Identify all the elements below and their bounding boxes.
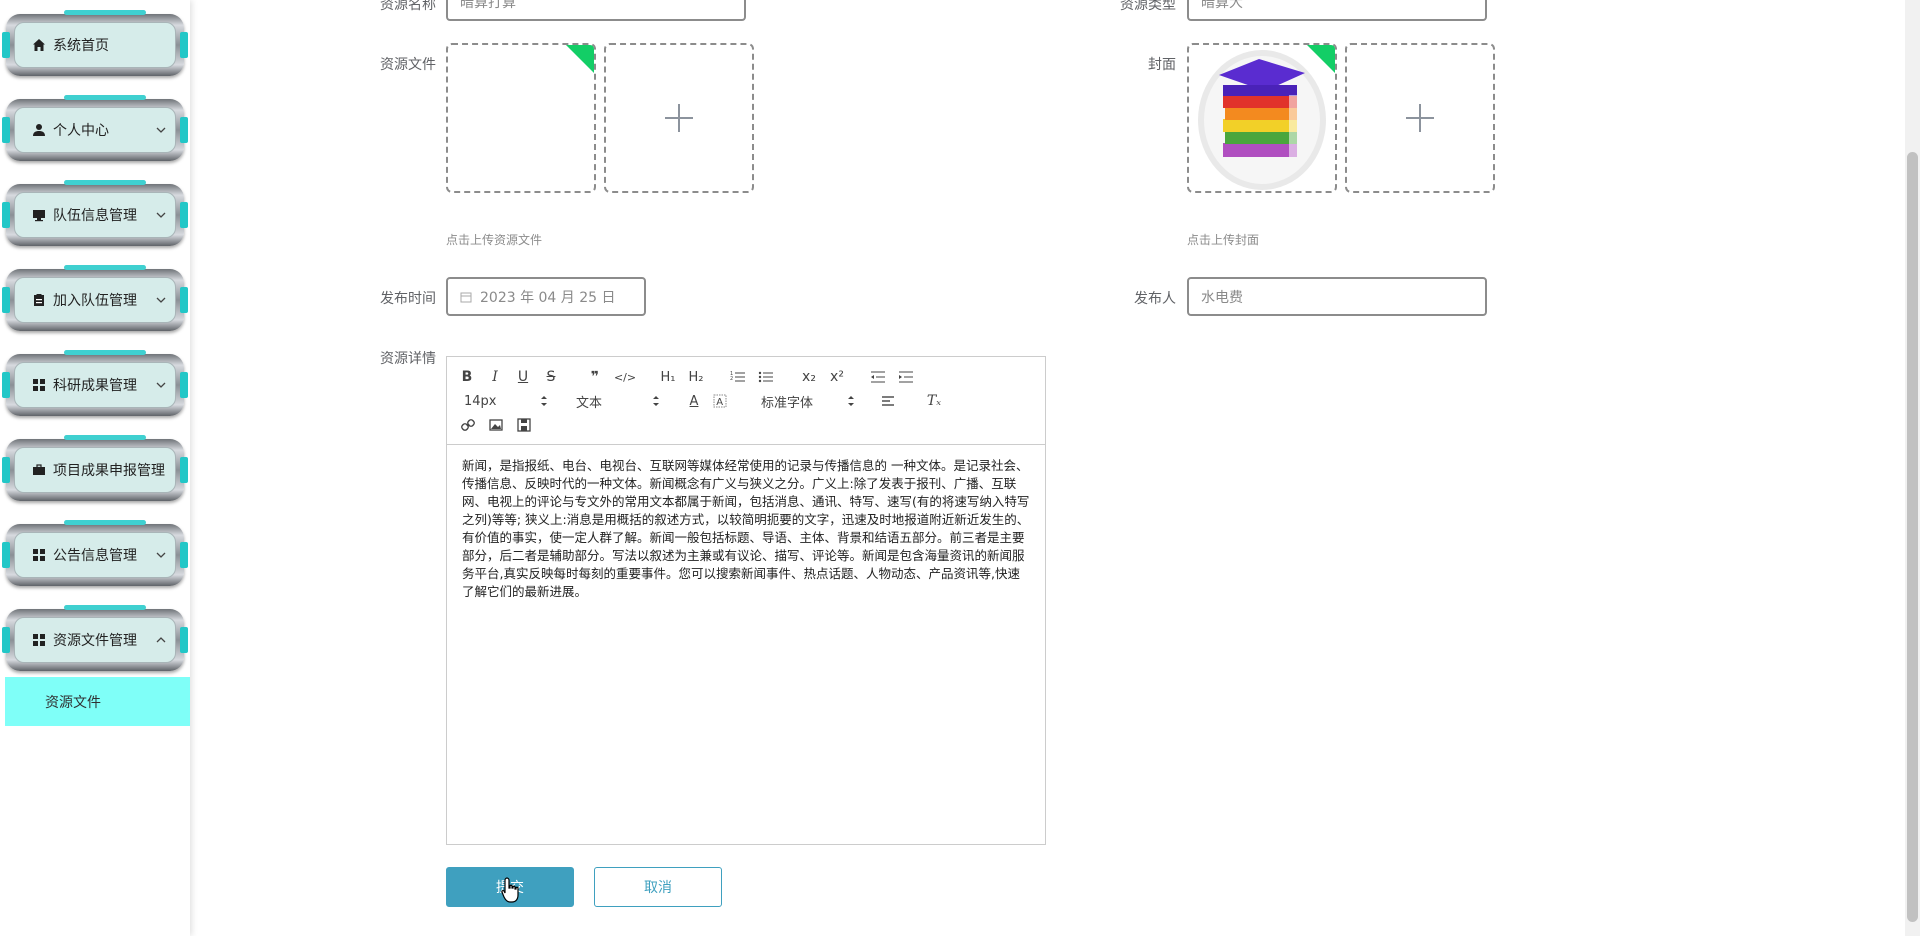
user-icon [31, 122, 47, 138]
chevron-down-icon [156, 382, 166, 388]
heading1-icon[interactable]: H₁ [657, 367, 679, 387]
mouse-cursor-icon [501, 877, 519, 903]
bullet-list-icon[interactable] [757, 367, 775, 387]
publish-time-value: 2023 年 04 月 25 日 [480, 289, 616, 306]
select-arrows-icon [541, 396, 547, 406]
font-size-select[interactable]: 14px [464, 391, 548, 411]
ordered-list-icon[interactable]: 12 [729, 367, 747, 387]
sidebar-item-label: 项目成果申报管理 [53, 463, 165, 479]
editor-toolbar: B I U S ❞ </> H₁ H₂ 12 x₂ x² 14px 文本 A A… [447, 357, 1045, 445]
italic-icon[interactable]: I [487, 367, 503, 387]
cover-preview[interactable] [1187, 43, 1337, 193]
sidebar-item-resource-files[interactable]: 资源文件管理 [2, 605, 188, 671]
publish-time-label: 发布时间 [380, 291, 436, 307]
cancel-button[interactable]: 取消 [594, 867, 722, 907]
sidebar-item-home[interactable]: 系统首页 [2, 10, 188, 76]
page-scrollbar[interactable] [1905, 0, 1920, 936]
success-badge [1306, 45, 1335, 74]
chevron-down-icon [156, 297, 166, 303]
video-icon[interactable] [515, 415, 533, 435]
resource-file-upload-button[interactable] [604, 43, 754, 193]
image-icon[interactable] [487, 415, 505, 435]
sidebar-item-label: 公告信息管理 [53, 548, 137, 564]
bold-icon[interactable]: B [459, 367, 475, 387]
publisher-label: 发布人 [1134, 291, 1176, 307]
clipboard-icon [31, 292, 47, 308]
resource-file-label: 资源文件 [380, 57, 436, 73]
sidebar-item-research-results[interactable]: 科研成果管理 [2, 350, 188, 416]
resource-type-label: 资源类型 [1120, 0, 1176, 13]
underline-icon[interactable]: U [515, 367, 531, 387]
heading2-icon[interactable]: H₂ [685, 367, 707, 387]
publisher-input[interactable]: 水电费 [1187, 277, 1487, 316]
grid-icon [31, 377, 47, 393]
sidebar-item-label: 资源文件管理 [53, 633, 137, 649]
subscript-icon[interactable]: x₂ [799, 367, 819, 387]
cover-upload-button[interactable] [1345, 43, 1495, 193]
resource-detail-label: 资源详情 [380, 351, 436, 367]
code-block-icon[interactable]: </> [614, 367, 636, 387]
success-badge [565, 45, 594, 74]
sidebar-item-team-info[interactable]: 队伍信息管理 [2, 180, 188, 246]
sidebar-item-personal-center[interactable]: 个人中心 [2, 95, 188, 161]
submenu-item-resource-files[interactable]: 资源文件 [5, 677, 190, 726]
resource-file-preview[interactable] [446, 43, 596, 193]
rich-text-editor[interactable]: B I U S ❞ </> H₁ H₂ 12 x₂ x² 14px 文本 A A… [446, 356, 1046, 845]
outdent-icon[interactable] [869, 367, 887, 387]
sidebar-item-label: 队伍信息管理 [53, 208, 137, 224]
sidebar-item-join-team[interactable]: 加入队伍管理 [2, 265, 188, 331]
calendar-icon [460, 292, 472, 302]
editor-content[interactable]: 新闻，是指报纸、电台、电视台、互联网等媒体经常使用的记录与传播信息的 一种文体。… [462, 457, 1032, 601]
app-root: 系统首页 个人中心 队伍信息管理 加入队伍管理 科研成果管理 项目成果申报管理 … [0, 0, 1920, 936]
font-color-icon[interactable]: A [685, 391, 703, 411]
resource-name-label: 资源名称 [380, 0, 436, 13]
monitor-icon [31, 207, 47, 223]
sidebar-item-project-declaration[interactable]: 项目成果申报管理 [2, 435, 188, 501]
chevron-down-icon [156, 552, 166, 558]
plus-icon [1406, 104, 1434, 132]
sidebar: 系统首页 个人中心 队伍信息管理 加入队伍管理 科研成果管理 项目成果申报管理 … [0, 0, 190, 936]
chevron-up-icon [156, 637, 166, 643]
briefcase-icon [31, 462, 47, 478]
sidebar-item-label: 系统首页 [53, 38, 109, 54]
clear-format-icon[interactable]: Tₓ [925, 391, 943, 411]
chevron-down-icon [156, 212, 166, 218]
svg-text:2: 2 [730, 376, 733, 382]
superscript-icon[interactable]: x² [827, 367, 847, 387]
blockquote-icon[interactable]: ❞ [587, 367, 603, 387]
background-color-icon[interactable]: A [711, 391, 729, 411]
cover-label: 封面 [1148, 57, 1176, 73]
font-family-select[interactable]: 标准字体 [761, 391, 855, 411]
sidebar-item-label: 科研成果管理 [53, 378, 137, 394]
plus-icon [665, 104, 693, 132]
indent-icon[interactable] [897, 367, 915, 387]
cover-tip: 点击上传封面 [1187, 233, 1260, 247]
sidebar-item-label: 个人中心 [53, 123, 109, 139]
publish-time-input[interactable]: 2023 年 04 月 25 日 [446, 277, 646, 316]
grid-icon [31, 547, 47, 563]
link-icon[interactable] [459, 415, 477, 435]
resource-type-input[interactable]: 暗算大 [1187, 0, 1487, 21]
home-icon [31, 37, 47, 53]
sidebar-item-label: 加入队伍管理 [53, 293, 137, 309]
align-icon[interactable] [879, 391, 897, 411]
chevron-down-icon [156, 127, 166, 133]
svg-text:A: A [716, 397, 723, 408]
resource-name-input[interactable]: 暗算打算 [446, 0, 746, 21]
grid-icon [31, 632, 47, 648]
sidebar-item-announcements[interactable]: 公告信息管理 [2, 520, 188, 586]
select-arrows-icon [848, 396, 854, 406]
strikethrough-icon[interactable]: S [543, 367, 559, 387]
block-type-select[interactable]: 文本 [576, 391, 660, 411]
resource-file-tip: 点击上传资源文件 [446, 233, 543, 247]
scrollbar-thumb[interactable] [1907, 152, 1918, 922]
select-arrows-icon [653, 396, 659, 406]
